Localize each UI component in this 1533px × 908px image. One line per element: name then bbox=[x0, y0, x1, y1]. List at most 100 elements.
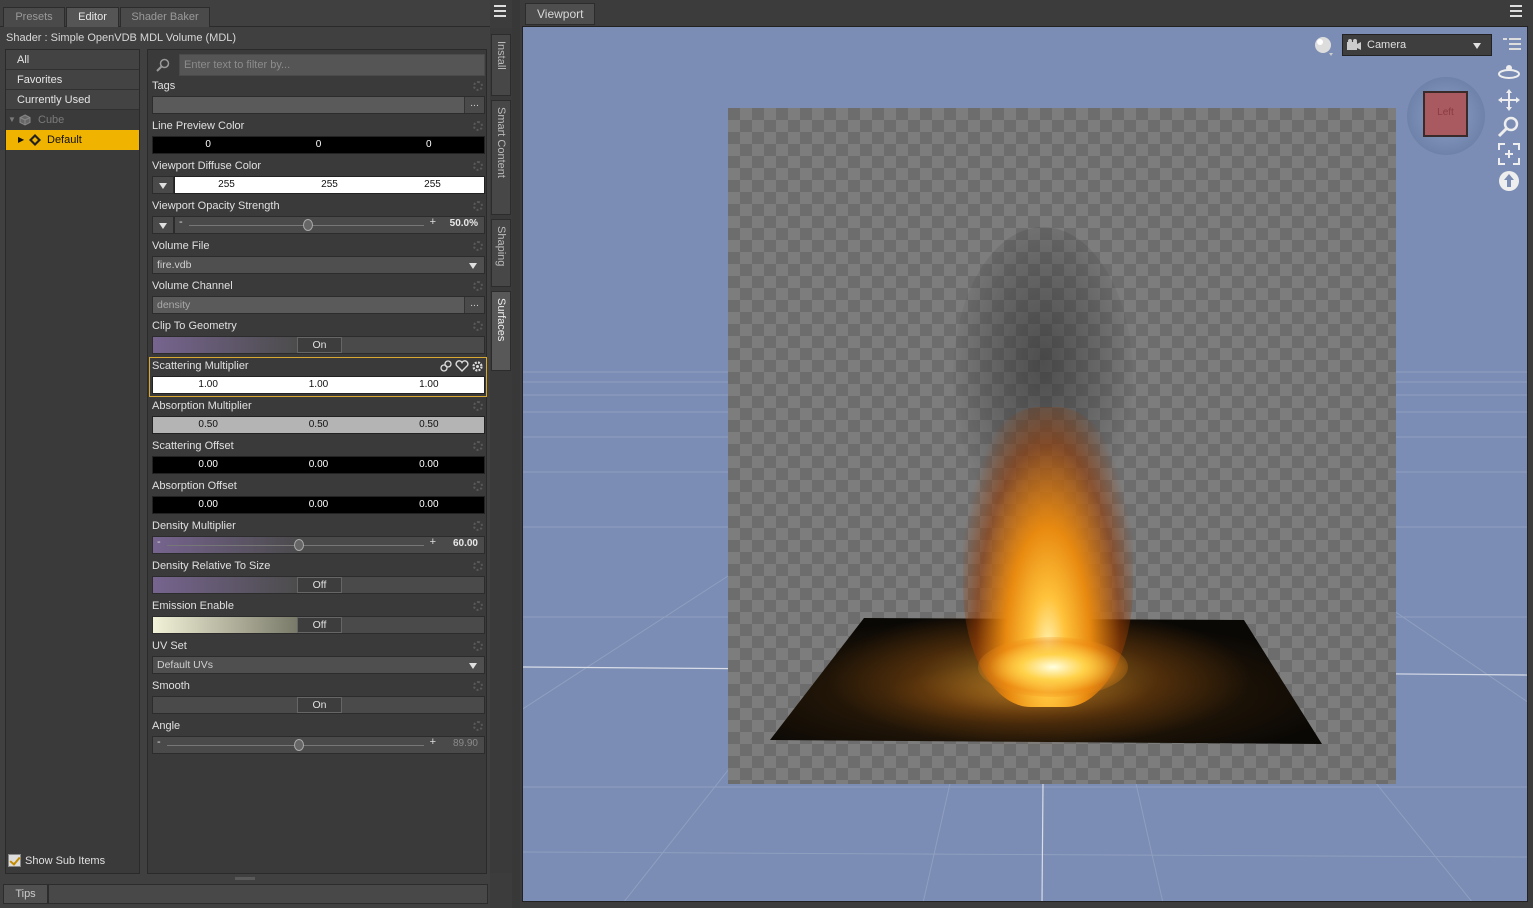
opacity-slider[interactable]: - + 50.0% bbox=[174, 216, 485, 234]
tab-presets[interactable]: Presets bbox=[3, 7, 65, 27]
gear-icon[interactable] bbox=[473, 161, 483, 171]
pan-icon[interactable] bbox=[1497, 88, 1521, 112]
heart-icon[interactable] bbox=[455, 360, 469, 372]
slider-value[interactable]: 60.00 bbox=[453, 538, 478, 549]
tab-editor[interactable]: Editor bbox=[66, 7, 119, 27]
gear-icon[interactable] bbox=[473, 201, 483, 211]
view-cube-face[interactable]: Left bbox=[1423, 91, 1468, 137]
gear-icon[interactable] bbox=[471, 360, 484, 373]
side-tab-install[interactable]: Install bbox=[491, 34, 511, 96]
frame-icon[interactable] bbox=[1497, 142, 1521, 166]
render-mode-icon[interactable] bbox=[1313, 35, 1335, 57]
expand-arrow-icon[interactable]: ▼ bbox=[8, 110, 16, 130]
gear-icon[interactable] bbox=[473, 241, 483, 251]
slider-value[interactable]: 89.90 bbox=[453, 738, 478, 749]
slider-thumb[interactable] bbox=[294, 539, 304, 551]
smooth-toggle[interactable]: On bbox=[152, 696, 485, 714]
pane-splitter[interactable] bbox=[512, 0, 520, 908]
volume-file-dropdown[interactable]: fire.vdb bbox=[152, 256, 485, 274]
color-field[interactable]: 255 255 255 bbox=[174, 176, 485, 194]
pane-menu-icon[interactable] bbox=[494, 5, 510, 19]
viewport-canvas[interactable]: Camera Left bbox=[522, 26, 1528, 902]
gear-icon[interactable] bbox=[473, 401, 483, 411]
gear-icon[interactable] bbox=[473, 321, 483, 331]
chevron-down-icon[interactable] bbox=[152, 176, 174, 194]
slider-thumb[interactable] bbox=[303, 219, 313, 231]
decrement-icon[interactable]: - bbox=[179, 216, 183, 228]
orbit-icon[interactable] bbox=[1497, 60, 1521, 84]
prop-label: Smooth bbox=[152, 680, 190, 692]
gear-icon[interactable] bbox=[473, 681, 483, 691]
gear-icon[interactable] bbox=[473, 641, 483, 651]
density-relative-toggle[interactable]: Off bbox=[152, 576, 485, 594]
tab-tips[interactable]: Tips bbox=[3, 884, 48, 904]
gear-icon[interactable] bbox=[473, 121, 483, 131]
gear-icon[interactable] bbox=[473, 561, 483, 571]
gear-icon[interactable] bbox=[473, 521, 483, 531]
angle-slider[interactable]: - + 89.90 bbox=[152, 736, 485, 754]
more-button[interactable]: ... bbox=[464, 297, 484, 313]
prop-absorption-offset: Absorption Offset 0.00 0.00 0.00 bbox=[150, 478, 486, 516]
gear-icon[interactable] bbox=[473, 441, 483, 451]
show-sub-items-checkbox[interactable]: Show Sub Items bbox=[8, 854, 105, 867]
group-all[interactable]: All bbox=[6, 50, 139, 70]
toggle-knob[interactable]: On bbox=[297, 697, 342, 713]
filter-input[interactable] bbox=[179, 54, 485, 76]
color-field[interactable]: 000 bbox=[152, 136, 485, 154]
prop-label: Density Multiplier bbox=[152, 520, 236, 532]
increment-icon[interactable]: + bbox=[430, 216, 436, 228]
tags-field[interactable]: ... bbox=[152, 96, 485, 114]
side-tab-smart-content[interactable]: Smart Content bbox=[491, 100, 511, 215]
zoom-icon[interactable] bbox=[1497, 115, 1521, 139]
checkbox-icon[interactable] bbox=[8, 854, 21, 867]
prop-scattering-multiplier: Scattering Multiplier 1.00 1.00 1.00 bbox=[149, 357, 487, 397]
gear-icon[interactable] bbox=[473, 601, 483, 611]
toggle-knob[interactable]: Off bbox=[297, 617, 342, 633]
decrement-icon[interactable]: - bbox=[157, 736, 161, 748]
link-icon[interactable] bbox=[440, 360, 452, 372]
color-field[interactable]: 0.50 0.50 0.50 bbox=[152, 416, 485, 434]
color-field[interactable]: 0.00 0.00 0.00 bbox=[152, 496, 485, 514]
more-button[interactable]: ... bbox=[464, 97, 484, 113]
prop-label: Scattering Offset bbox=[152, 440, 234, 452]
slider-thumb[interactable] bbox=[294, 739, 304, 751]
reset-view-icon[interactable] bbox=[1497, 169, 1521, 193]
collapse-arrow-icon[interactable]: ▶ bbox=[18, 130, 24, 150]
clip-to-geometry-toggle[interactable]: On bbox=[152, 336, 485, 354]
toggle-knob[interactable]: Off bbox=[297, 577, 342, 593]
gear-icon[interactable] bbox=[473, 481, 483, 491]
shader-title: Shader : Simple OpenVDB MDL Volume (MDL) bbox=[6, 32, 237, 44]
camera-select[interactable]: Camera bbox=[1342, 34, 1492, 56]
group-currently-used[interactable]: Currently Used bbox=[6, 90, 139, 110]
prop-label: Absorption Multiplier bbox=[152, 400, 252, 412]
chevron-down-icon[interactable] bbox=[152, 216, 174, 234]
viewport-menu-icon[interactable] bbox=[1510, 5, 1526, 19]
gear-icon[interactable] bbox=[473, 81, 483, 91]
tab-viewport[interactable]: Viewport bbox=[525, 3, 595, 25]
uv-set-dropdown[interactable]: Default UVs bbox=[152, 656, 485, 674]
prop-density-multiplier: Density Multiplier - + 60.00 bbox=[150, 518, 486, 556]
list-options-icon[interactable] bbox=[1503, 37, 1521, 53]
increment-icon[interactable]: + bbox=[430, 536, 436, 548]
color-field[interactable]: 1.00 1.00 1.00 bbox=[152, 376, 485, 394]
slider-value[interactable]: 50.0% bbox=[450, 218, 478, 229]
volume-channel-field[interactable]: density... bbox=[152, 296, 485, 314]
gear-icon[interactable] bbox=[473, 281, 483, 291]
side-tab-surfaces[interactable]: Surfaces bbox=[491, 291, 511, 371]
decrement-icon[interactable]: - bbox=[157, 536, 161, 548]
side-tab-shaping[interactable]: Shaping bbox=[491, 219, 511, 287]
increment-icon[interactable]: + bbox=[430, 736, 436, 748]
gear-icon[interactable] bbox=[473, 721, 483, 731]
tab-shader-baker[interactable]: Shader Baker bbox=[120, 7, 210, 27]
color-field[interactable]: 0.00 0.00 0.00 bbox=[152, 456, 485, 474]
resize-grip[interactable] bbox=[235, 877, 255, 880]
toggle-knob[interactable]: On bbox=[297, 337, 342, 353]
view-cube[interactable]: Left bbox=[1407, 77, 1485, 155]
density-multiplier-slider[interactable]: - + 60.00 bbox=[152, 536, 485, 554]
cube-icon bbox=[19, 114, 31, 126]
emission-enable-toggle[interactable]: Off bbox=[152, 616, 485, 634]
tree-item-default[interactable]: ▶ Default bbox=[6, 130, 139, 150]
tree-item-cube[interactable]: ▼ Cube bbox=[6, 110, 139, 130]
group-favorites[interactable]: Favorites bbox=[6, 70, 139, 90]
prop-scattering-offset: Scattering Offset 0.00 0.00 0.00 bbox=[150, 438, 486, 476]
